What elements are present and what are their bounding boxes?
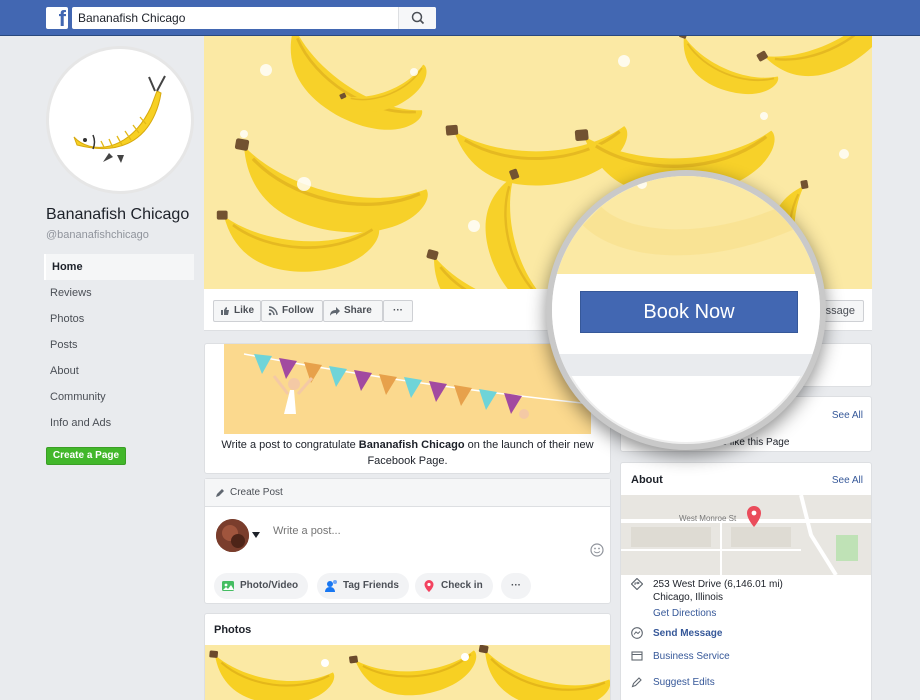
map-street-label: West Monroe St (679, 514, 737, 523)
about-card: About See All West Monroe St 253 West Dr… (620, 462, 872, 700)
more-options-button[interactable]: ··· (501, 573, 531, 599)
get-directions-link[interactable]: Get Directions (653, 607, 716, 620)
pencil-icon (216, 489, 224, 497)
search-icon (411, 11, 425, 25)
profile-picture[interactable] (46, 46, 194, 194)
follow-button[interactable]: Follow (261, 300, 323, 322)
nav-item-home[interactable]: Home (44, 254, 194, 280)
congrats-page-name[interactable]: Bananafish Chicago (359, 439, 465, 451)
about-see-all-link[interactable]: See All (832, 475, 863, 486)
emoji-icon[interactable] (590, 543, 604, 557)
page-name[interactable]: Bananafish Chicago (46, 206, 189, 224)
post-composer-input[interactable] (273, 525, 573, 537)
messenger-icon (631, 627, 643, 639)
photo-icon (222, 581, 234, 591)
party-bunting-icon (224, 344, 591, 434)
thumbs-up-icon (221, 307, 229, 315)
about-title: About (631, 474, 663, 486)
nav-item-about[interactable]: About (44, 358, 194, 384)
search-box[interactable] (72, 7, 436, 29)
address-line-2: Chicago, Illinois (653, 592, 724, 603)
magnified-cover (552, 176, 820, 274)
check-in-button[interactable]: Check in (415, 573, 493, 599)
map-image (621, 495, 871, 575)
congrats-message: Write a post to congratulate Bananafish … (221, 439, 594, 467)
caret-down-icon[interactable] (252, 532, 260, 538)
search-input[interactable] (72, 7, 392, 29)
magnifier-callout: Book Now (546, 170, 826, 450)
congrats-card: Write a post to congratulate Bananafish … (204, 343, 611, 474)
business-service-link[interactable]: Business Service (653, 650, 730, 663)
nav-item-community[interactable]: Community (44, 384, 194, 410)
share-arrow-icon (330, 307, 340, 316)
create-post-header[interactable]: Create Post (205, 479, 610, 507)
avatar-photo-icon (216, 519, 249, 552)
create-page-button[interactable]: Create a Page (46, 447, 126, 465)
share-button[interactable]: Share (323, 300, 383, 322)
photos-preview-image[interactable] (205, 645, 610, 700)
nav-item-info-and-ads[interactable]: Info and Ads (44, 410, 194, 436)
create-post-card: Create Post Photo/Video Tag Friends Chec… (204, 478, 611, 604)
top-bar: f (0, 0, 920, 36)
banana-photo-image (205, 645, 610, 700)
nav-item-reviews[interactable]: Reviews (44, 280, 194, 306)
photos-card: Photos (204, 613, 611, 700)
magnified-divider (552, 354, 820, 376)
address-line-1: 253 West Drive (6,146.01 mi) (653, 579, 783, 590)
community-see-all-link[interactable]: See All (832, 410, 863, 421)
photo-video-button[interactable]: Photo/Video (214, 573, 309, 599)
follow-label: Follow (282, 305, 314, 316)
like-label: Like (234, 305, 255, 316)
location-map[interactable]: West Monroe St (621, 495, 871, 575)
like-button[interactable]: Like (213, 300, 261, 322)
nav-item-posts[interactable]: Posts (44, 332, 194, 358)
magnified-banana-icon (582, 179, 798, 256)
facebook-logo-icon[interactable]: f (46, 6, 68, 31)
tag-friends-button[interactable]: Tag Friends (317, 573, 409, 599)
nav-item-photos[interactable]: Photos (44, 306, 194, 332)
pencil-edit-icon (631, 677, 642, 688)
bananafish-logo-icon (73, 75, 166, 163)
user-avatar[interactable] (216, 519, 249, 552)
rss-icon (268, 306, 278, 316)
tag-friends-icon (325, 580, 337, 592)
location-pin-icon (424, 580, 434, 592)
page-nav: Home Reviews Photos Posts About Communit… (44, 254, 194, 436)
business-category-icon (631, 651, 643, 661)
search-button[interactable] (398, 7, 436, 29)
suggest-edits-link[interactable]: Suggest Edits (653, 676, 715, 689)
page-handle[interactable]: @bananafishchicago (46, 229, 149, 241)
book-now-button[interactable]: Book Now (580, 291, 798, 333)
share-label: Share (344, 305, 372, 316)
directions-diamond-icon (631, 578, 643, 590)
send-message-link[interactable]: Send Message (653, 627, 722, 640)
celebration-image (224, 344, 591, 434)
more-button[interactable]: ··· (383, 300, 413, 322)
photos-title[interactable]: Photos (214, 624, 251, 636)
